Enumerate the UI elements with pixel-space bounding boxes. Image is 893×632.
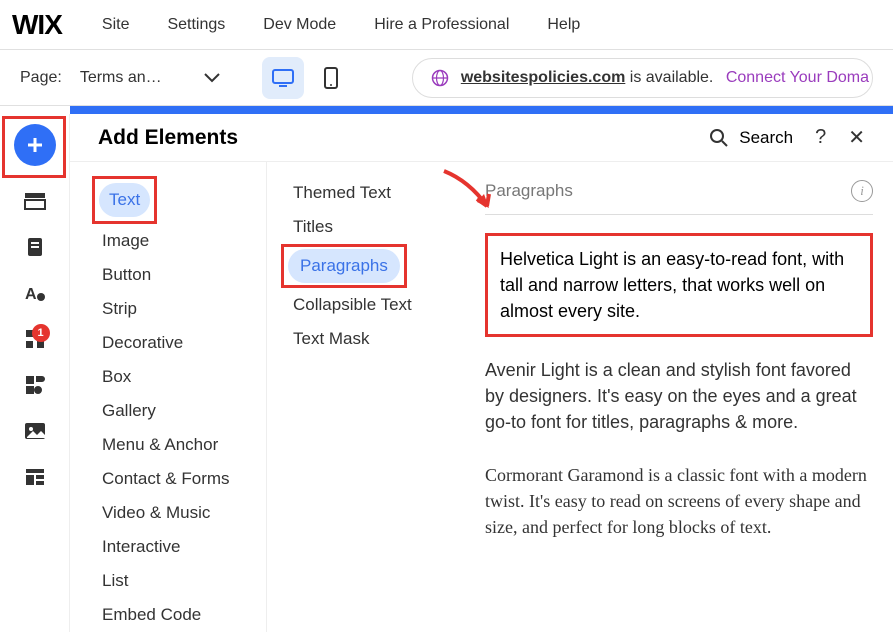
add-elements-button[interactable] [14, 124, 56, 166]
sub-themed-text[interactable]: Themed Text [281, 176, 403, 210]
top-nav: Site Settings Dev Mode Hire a Profession… [102, 16, 580, 34]
category-strip[interactable]: Strip [92, 292, 147, 326]
connect-domain-link[interactable]: Connect Your Doma [726, 69, 869, 86]
apps-badge: 1 [32, 324, 50, 342]
wix-logo[interactable]: WIX [12, 9, 62, 41]
domain-name[interactable]: websitespolicies.com [461, 69, 626, 86]
sub-collapsible-text[interactable]: Collapsible Text [281, 288, 424, 322]
panel-header-actions: Search ? ✕ [709, 125, 865, 150]
globe-icon [431, 69, 449, 87]
category-list: Text Image Button Strip Decorative Box G… [70, 162, 267, 632]
domain-suffix: is available. [625, 69, 713, 86]
editor-toolbar: Page: Terms an… websitespolicies.com is … [0, 50, 893, 106]
panel-header: Add Elements Search ? ✕ [70, 114, 893, 162]
topnav-help[interactable]: Help [547, 16, 580, 34]
subcategory-list: Themed Text Titles Paragraphs Collapsibl… [267, 162, 457, 632]
category-contact-forms[interactable]: Contact & Forms [92, 462, 240, 496]
sub-paragraphs[interactable]: Paragraphs [288, 249, 400, 283]
preview-header: Paragraphs i [485, 180, 873, 215]
page-label: Page: [20, 69, 62, 87]
topnav-site[interactable]: Site [102, 16, 130, 34]
add-elements-panel: Add Elements Search ? ✕ Text Image Butto… [70, 114, 893, 632]
annotation-box-sample: Helvetica Light is an easy-to-read font,… [485, 233, 873, 337]
domain-text: websitespolicies.com is available. Conne… [461, 69, 869, 87]
domain-bar[interactable]: websitespolicies.com is available. Conne… [412, 58, 873, 98]
paragraph-sample-garamond[interactable]: Cormorant Garamond is a classic font wit… [485, 462, 873, 540]
blue-separator [70, 106, 893, 114]
sub-text-mask[interactable]: Text Mask [281, 322, 382, 356]
paragraph-sample-helvetica[interactable]: Helvetica Light is an easy-to-read font,… [500, 246, 858, 324]
category-interactive[interactable]: Interactive [92, 530, 190, 564]
info-icon[interactable]: i [851, 180, 873, 202]
sections-icon[interactable] [24, 190, 46, 212]
search-label: Search [739, 128, 793, 148]
category-text[interactable]: Text [99, 183, 150, 217]
sub-titles[interactable]: Titles [281, 210, 345, 244]
page-selector[interactable]: Terms an… [80, 69, 178, 87]
plugins-icon[interactable] [24, 374, 46, 396]
category-embed-code[interactable]: Embed Code [92, 598, 211, 632]
help-icon[interactable]: ? [815, 126, 826, 149]
desktop-view-button[interactable] [262, 57, 304, 99]
svg-text:A: A [25, 286, 37, 303]
apps-icon[interactable]: 1 [24, 328, 46, 350]
category-button[interactable]: Button [92, 258, 161, 292]
topnav-devmode[interactable]: Dev Mode [263, 16, 336, 34]
category-video-music[interactable]: Video & Music [92, 496, 220, 530]
media-icon[interactable] [24, 420, 46, 442]
chevron-down-icon[interactable] [204, 73, 220, 83]
preview-title: Paragraphs [485, 181, 851, 201]
category-list[interactable]: List [92, 564, 138, 598]
main-area: A 1 Add Elements Search ? ✕ [0, 114, 893, 632]
paragraph-sample-avenir[interactable]: Avenir Light is a clean and stylish font… [485, 357, 873, 435]
content-icon[interactable] [24, 466, 46, 488]
panel-body: Text Image Button Strip Decorative Box G… [70, 162, 893, 632]
device-toggle [262, 57, 352, 99]
category-image[interactable]: Image [92, 224, 159, 258]
preview-column: Paragraphs i Helvetica Light is an easy-… [457, 162, 893, 632]
topnav-settings[interactable]: Settings [167, 16, 225, 34]
left-rail: A 1 [0, 114, 70, 632]
top-menu-bar: WIX Site Settings Dev Mode Hire a Profes… [0, 0, 893, 50]
category-menu-anchor[interactable]: Menu & Anchor [92, 428, 228, 462]
search-icon [709, 128, 729, 148]
pages-icon[interactable] [24, 236, 46, 258]
search-button[interactable]: Search [709, 128, 793, 148]
category-gallery[interactable]: Gallery [92, 394, 166, 428]
close-icon[interactable]: ✕ [848, 125, 865, 150]
mobile-view-button[interactable] [310, 57, 352, 99]
panel-title: Add Elements [98, 126, 709, 150]
category-decorative[interactable]: Decorative [92, 326, 193, 360]
topnav-hire[interactable]: Hire a Professional [374, 16, 509, 34]
design-icon[interactable]: A [24, 282, 46, 304]
category-box[interactable]: Box [92, 360, 141, 394]
